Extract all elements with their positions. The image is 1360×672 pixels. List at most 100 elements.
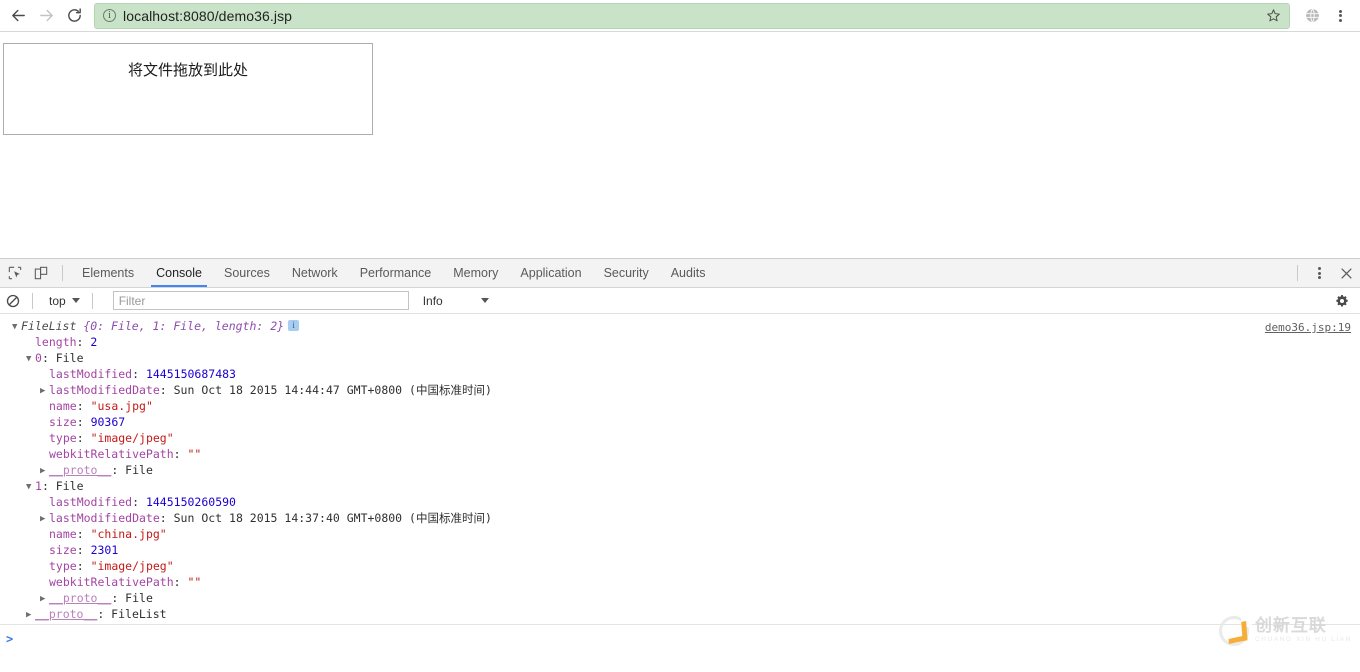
console-context-selector[interactable]: top	[45, 291, 84, 311]
console-tree-row[interactable]: size: 2301	[0, 542, 1360, 558]
profile-button[interactable]	[1298, 2, 1326, 30]
console-tree-row[interactable]: 0: File	[0, 350, 1360, 366]
browser-menu-button[interactable]	[1326, 2, 1354, 30]
console-settings-button[interactable]	[1330, 290, 1354, 312]
console-token: ""	[187, 575, 202, 589]
console-token: webkitRelativePath	[49, 447, 174, 461]
chevron-right-icon[interactable]	[40, 463, 49, 479]
chevron-down-icon[interactable]	[12, 319, 21, 335]
console-token: webkitRelativePath	[49, 575, 174, 589]
console-tree-row[interactable]: type: "image/jpeg"	[0, 558, 1360, 574]
devtools-tabbar-actions	[1289, 260, 1360, 286]
address-bar[interactable]: i localhost:8080/demo36.jsp	[94, 2, 1290, 29]
console-token: :	[41, 479, 56, 493]
console-tree-row[interactable]: type: "image/jpeg"	[0, 430, 1360, 446]
console-token: "image/jpeg"	[90, 431, 174, 445]
tab-label: Network	[291, 266, 338, 280]
chevron-down-icon[interactable]	[26, 351, 35, 367]
console-tree-row[interactable]: __proto__: File	[0, 462, 1360, 478]
watermark-logo: 创新互联 CHUANG XIN HU LIAN	[1218, 614, 1352, 646]
file-dropzone[interactable]: 将文件拖放到此处	[3, 43, 373, 135]
tab-application[interactable]: Application	[509, 259, 592, 287]
tab-elements[interactable]: Elements	[71, 259, 145, 287]
console-input-row[interactable]: >	[0, 624, 1360, 652]
tab-console[interactable]: Console	[145, 259, 213, 287]
toolbar-divider	[62, 265, 63, 281]
console-level-selector[interactable]: Info	[423, 291, 489, 311]
console-token: 2	[90, 335, 98, 349]
tab-audits[interactable]: Audits	[660, 259, 717, 287]
console-tree-row[interactable]: lastModified: 1445150260590	[0, 494, 1360, 510]
inspect-element-icon	[8, 266, 22, 280]
tab-performance[interactable]: Performance	[349, 259, 443, 287]
console-tree-row[interactable]: 1: File	[0, 478, 1360, 494]
back-button[interactable]	[4, 2, 32, 30]
devtools-menu-button[interactable]	[1306, 260, 1332, 286]
devtools-tabbar: Elements Console Sources Network Perform…	[0, 259, 1360, 288]
globe-icon	[1305, 8, 1319, 23]
console-token: :	[111, 463, 126, 477]
console-token: : Sun Oct 18 2015 14:37:40 GMT+0800 (中国标…	[159, 511, 492, 525]
console-token: :	[97, 607, 112, 621]
kebab-menu-icon	[1338, 8, 1342, 23]
console-tree-row[interactable]: __proto__: FileList	[0, 606, 1360, 622]
tab-security[interactable]: Security	[593, 259, 660, 287]
console-token: File	[125, 463, 153, 477]
console-token: :	[76, 415, 91, 429]
console-tree-row[interactable]: lastModifiedDate: Sun Oct 18 2015 14:37:…	[0, 510, 1360, 526]
console-token: length	[35, 335, 77, 349]
chevron-right-icon[interactable]	[40, 383, 49, 399]
console-token: __proto__	[35, 607, 98, 621]
chevron-right-icon[interactable]	[26, 607, 35, 623]
chevron-down-icon[interactable]	[26, 479, 35, 495]
console-token: :	[111, 591, 126, 605]
console-token: 0	[35, 351, 42, 365]
arrow-right-icon	[39, 9, 53, 22]
console-output: demo36.jsp:19 FileList {0: File, 1: File…	[0, 314, 1360, 652]
tab-label: Audits	[670, 266, 706, 280]
console-token: :	[76, 335, 91, 349]
tab-memory[interactable]: Memory	[442, 259, 509, 287]
console-token: :	[132, 367, 146, 381]
console-filter-input[interactable]	[112, 291, 409, 310]
console-token: :	[132, 495, 146, 509]
console-token: 1445150687483	[145, 367, 236, 381]
tab-label: Performance	[359, 266, 432, 280]
devtools-close-button[interactable]	[1332, 260, 1360, 286]
console-token: File	[125, 591, 153, 605]
console-token: __proto__	[49, 463, 112, 477]
inspect-element-button[interactable]	[2, 260, 28, 286]
console-tree-row[interactable]: length: 2	[0, 334, 1360, 350]
site-info-icon[interactable]: i	[103, 9, 116, 22]
reload-icon	[67, 8, 81, 22]
device-toolbar-button[interactable]	[28, 260, 54, 286]
console-tree-row[interactable]: name: "usa.jpg"	[0, 398, 1360, 414]
tab-label: Application	[520, 266, 582, 280]
chevron-down-icon	[71, 298, 80, 303]
reload-button[interactable]	[60, 2, 88, 30]
console-token: File	[55, 351, 84, 365]
info-badge-icon[interactable]: i	[288, 320, 300, 331]
console-token: lastModified	[49, 495, 133, 509]
chevron-right-icon[interactable]	[40, 591, 49, 607]
clear-console-button[interactable]	[2, 290, 24, 312]
console-tree-row[interactable]: size: 90367	[0, 414, 1360, 430]
console-tree-row[interactable]: webkitRelativePath: ""	[0, 446, 1360, 462]
tab-sources[interactable]: Sources	[213, 259, 281, 287]
console-token: FileList	[111, 607, 167, 621]
page-viewport: 将文件拖放到此处	[0, 33, 1360, 258]
console-token: 90367	[90, 415, 126, 429]
console-tree-row[interactable]: webkitRelativePath: ""	[0, 574, 1360, 590]
console-tree-row[interactable]: lastModified: 1445150687483	[0, 366, 1360, 382]
tab-network[interactable]: Network	[281, 259, 349, 287]
console-level-label: Info	[422, 293, 443, 308]
chevron-right-icon[interactable]	[40, 511, 49, 527]
console-source-link[interactable]: demo36.jsp:19	[1265, 321, 1351, 334]
console-tree-row[interactable]: FileList {0: File, 1: File, length: 2}i	[0, 318, 1360, 334]
console-tree-row[interactable]: lastModifiedDate: Sun Oct 18 2015 14:44:…	[0, 382, 1360, 398]
console-tree-row[interactable]: name: "china.jpg"	[0, 526, 1360, 542]
console-token: :	[76, 527, 91, 541]
bookmark-star-icon[interactable]	[1263, 6, 1283, 26]
forward-button[interactable]	[32, 2, 60, 30]
console-tree-row[interactable]: __proto__: File	[0, 590, 1360, 606]
